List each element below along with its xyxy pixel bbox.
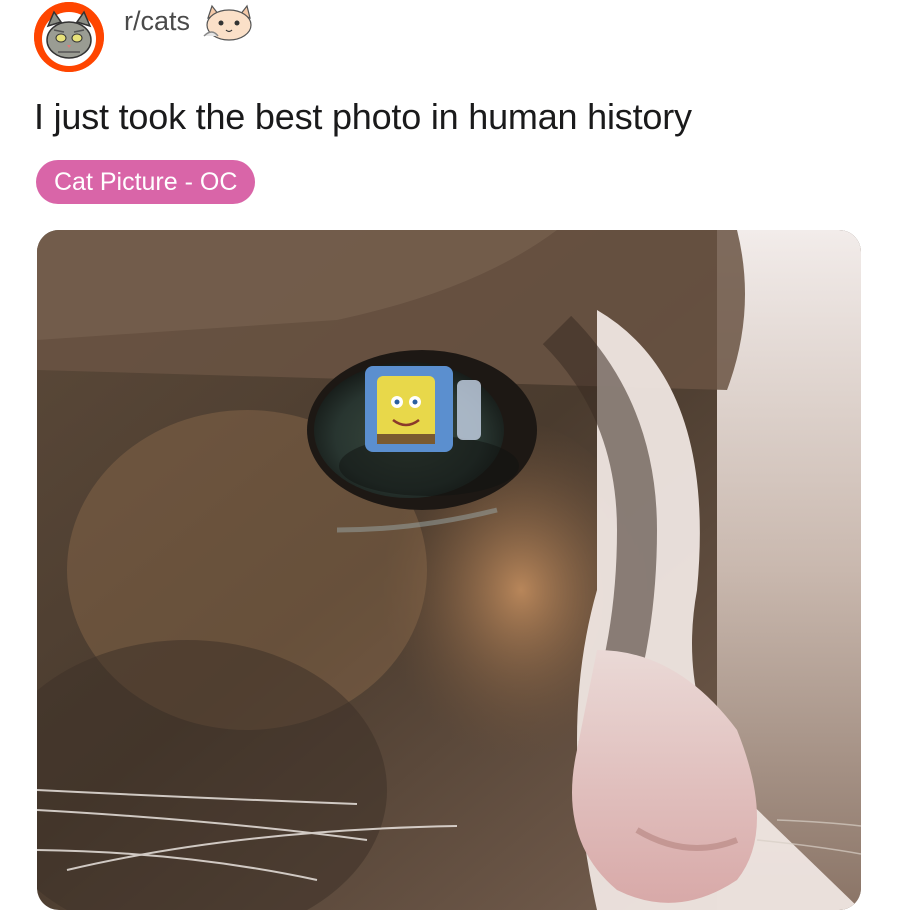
post-flair[interactable]: Cat Picture - OC [36,160,256,204]
cat-eye-photo [37,230,861,910]
post-card: r/cats I just took the best photo in hum… [0,0,900,910]
post-image[interactable] [37,230,861,910]
cat-avatar-icon [34,2,104,72]
subreddit-avatar[interactable] [34,2,104,72]
subreddit-name[interactable]: r/cats [124,6,190,37]
post-title[interactable]: I just took the best photo in human hist… [34,96,692,138]
post-header: r/cats [34,2,256,72]
cat-badge-icon [200,2,256,44]
